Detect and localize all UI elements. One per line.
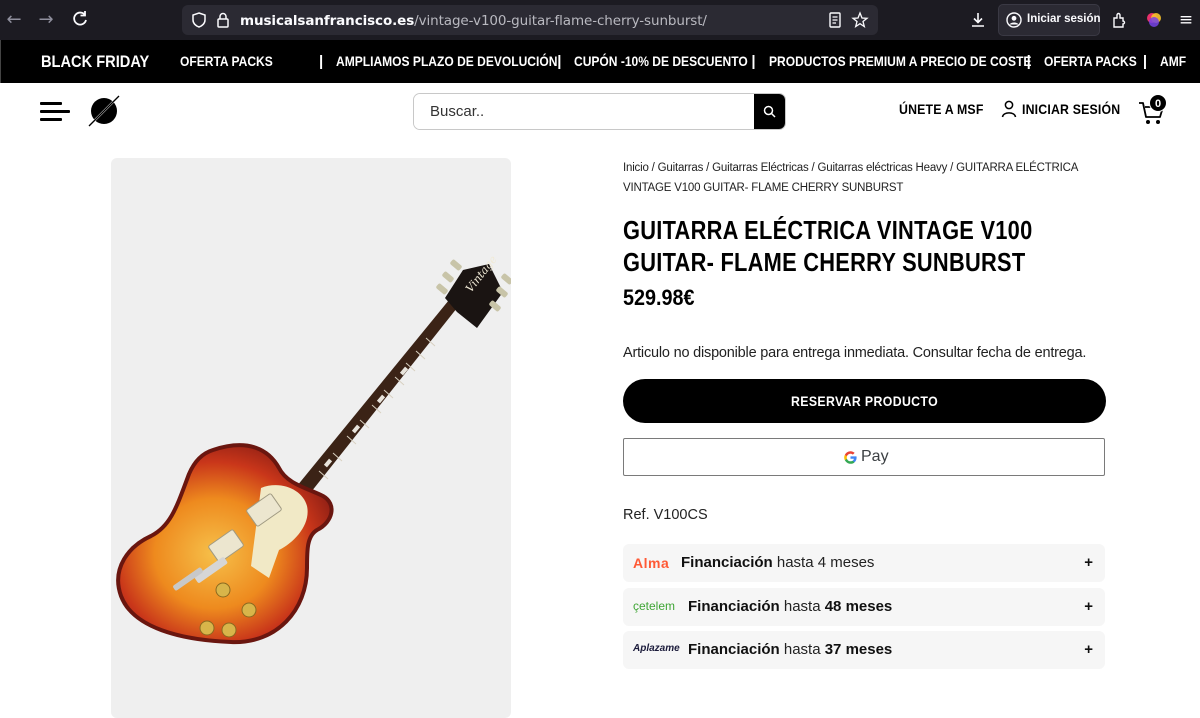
forward-arrow-icon[interactable]: → [36, 10, 56, 30]
financing-mid: hasta [772, 554, 818, 571]
browser-signin-label: Iniciar sesión [1027, 13, 1101, 25]
product-title: GUITARRA ELÉCTRICA VINTAGE V100 GUITAR- … [623, 215, 1033, 277]
browser-toolbar: ← → musicalsanfrancisco.es/vintage-v100-… [0, 0, 1200, 40]
breadcrumb: Inicio / Guitarras / Guitarras Eléctrica… [623, 158, 1103, 198]
ticker-item: OFERTA PACKS [180, 52, 273, 69]
cart-count-badge: 0 [1149, 94, 1167, 112]
financing-term: 37 meses [824, 641, 893, 658]
breadcrumb-separator: / [703, 162, 713, 174]
financing-option-alma[interactable]: Alma Financiación hasta 4 meses + [623, 544, 1105, 582]
search-box[interactable] [413, 93, 786, 130]
ticker-item: CUPÓN -10% DE DESCUENTO [574, 52, 749, 69]
aplazame-logo: Aplazame [633, 643, 680, 654]
breadcrumb-separator: / [947, 162, 957, 174]
financing-label: Financiación [681, 554, 773, 571]
google-g-icon [844, 450, 857, 464]
join-msf-link[interactable]: ÚNETE A MSF [899, 101, 984, 117]
financing-label: Financiación [688, 641, 780, 658]
alma-logo: Alma [633, 555, 670, 571]
financing-mid: hasta [779, 641, 825, 658]
url-domain: musicalsanfrancisco.es [240, 13, 415, 29]
ticker-separator: | [751, 53, 756, 70]
ticker-lead: BLACK FRIDAY [41, 51, 150, 71]
ticker-separator: | [1142, 53, 1148, 70]
financing-option-aplazame[interactable]: Aplazame Financiación hasta 37 meses + [623, 631, 1105, 669]
product-reference: Ref. V100CS [623, 507, 708, 523]
cetelem-logo: çetelem [633, 599, 676, 613]
financing-mid: hasta [779, 598, 825, 615]
user-icon[interactable] [1001, 100, 1017, 118]
breadcrumb-link[interactable]: Guitarras Eléctricas [712, 162, 809, 174]
ticker-item: OFERTA PACKS [1043, 52, 1137, 69]
breadcrumb-separator: / [648, 162, 658, 174]
search-icon [763, 105, 776, 118]
address-bar[interactable]: musicalsanfrancisco.es/vintage-v100-guit… [182, 5, 878, 35]
profile-color-icon[interactable] [1145, 11, 1163, 29]
search-button[interactable] [754, 94, 785, 129]
url-path: /vintage-v100-guitar-flame-cherry-sunbur… [414, 13, 707, 29]
breadcrumb-link[interactable]: Guitarras [658, 162, 704, 174]
ticker-item: AMPLIAMOS PLAZO DE DEVOLUCIÓN [336, 52, 558, 69]
reload-icon[interactable] [70, 10, 90, 30]
reserve-product-button[interactable]: RESERVAR PRODUCTO [623, 379, 1106, 423]
financing-text: Financiación hasta 37 meses [688, 641, 892, 658]
financing-term: 48 meses [824, 598, 893, 615]
site-header: ÚNETE A MSF INICIAR SESIÓN 0 [0, 83, 1200, 141]
ticker-item: PRODUCTOS PREMIUM A PRECIO DE COSTE [768, 52, 1032, 69]
download-icon[interactable] [969, 11, 987, 29]
search-input[interactable] [414, 94, 754, 129]
url-text[interactable]: musicalsanfrancisco.es/vintage-v100-guit… [240, 13, 707, 29]
browser-signin-button[interactable]: Iniciar sesión [998, 4, 1101, 36]
ticker-separator: | [557, 53, 562, 70]
reader-view-icon[interactable] [826, 11, 844, 29]
bookmark-star-icon[interactable] [851, 11, 869, 29]
ticker-item: AMF [1160, 52, 1187, 69]
guitar-image: Vintage [116, 253, 511, 645]
product-image[interactable]: Vintage [111, 158, 511, 718]
financing-label: Financiación [688, 598, 780, 615]
promo-ticker: BLACK FRIDAY OFERTA PACKS | AMPLIAMOS PL… [0, 40, 1200, 83]
hamburger-menu-icon[interactable] [40, 100, 70, 122]
shield-icon[interactable] [190, 11, 208, 29]
expand-plus-icon[interactable]: + [1084, 641, 1093, 658]
site-logo[interactable] [88, 95, 120, 127]
financing-term: 4 meses [817, 554, 875, 571]
account-icon [1006, 12, 1022, 28]
financing-option-cetelem[interactable]: çetelem Financiación hasta 48 meses + [623, 588, 1105, 626]
ticker-track: BLACK FRIDAY OFERTA PACKS | AMPLIAMOS PL… [41, 40, 1200, 83]
login-link[interactable]: INICIAR SESIÓN [1022, 101, 1120, 117]
google-pay-label: Pay [861, 448, 889, 465]
reserve-button-label: RESERVAR PRODUCTO [790, 393, 939, 409]
back-arrow-icon[interactable]: ← [4, 10, 24, 30]
breadcrumb-link[interactable]: Inicio [623, 162, 649, 174]
expand-plus-icon[interactable]: + [1084, 554, 1093, 571]
extensions-icon[interactable] [1111, 11, 1129, 29]
availability-notice: Articulo no disponible para entrega inme… [623, 345, 1087, 361]
menu-icon[interactable]: ≡ [1176, 10, 1196, 30]
expand-plus-icon[interactable]: + [1084, 598, 1093, 615]
product-price: 529.98€ [623, 285, 695, 310]
google-pay-button[interactable]: Pay [623, 438, 1105, 476]
ticker-separator: | [319, 53, 324, 70]
lock-icon[interactable] [214, 11, 232, 29]
financing-text: Financiación hasta 4 meses [681, 554, 874, 571]
financing-text: Financiación hasta 48 meses [688, 598, 892, 615]
breadcrumb-separator: / [808, 162, 818, 174]
breadcrumb-link[interactable]: Guitarras eléctricas Heavy [818, 162, 948, 174]
